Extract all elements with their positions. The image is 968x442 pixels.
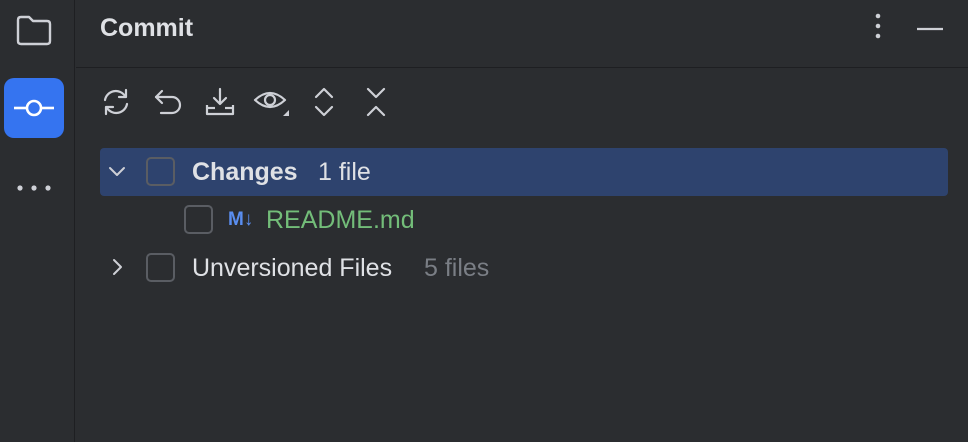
options-button[interactable]: [862, 12, 894, 44]
more-vertical-icon: [874, 12, 882, 45]
eye-icon: [253, 87, 291, 122]
project-tool-button[interactable]: [4, 0, 64, 60]
file-row[interactable]: M↓ README.md: [100, 196, 948, 244]
unversioned-count: 5 files: [424, 254, 490, 282]
unversioned-checkbox[interactable]: [146, 253, 175, 282]
rollback-icon: [152, 88, 184, 121]
unversioned-label: Unversioned Files: [192, 254, 393, 282]
file-checkbox[interactable]: [184, 205, 213, 234]
minimize-icon: [916, 19, 944, 37]
commit-icon: [12, 96, 56, 120]
shelve-button[interactable]: [202, 86, 238, 122]
rollback-button[interactable]: [150, 86, 186, 122]
expand-all-button[interactable]: [306, 86, 342, 122]
hide-button[interactable]: [914, 12, 946, 44]
folder-icon: [15, 13, 53, 47]
expand-all-icon: [312, 86, 336, 123]
tree-node-unversioned[interactable]: Unversioned Files 5 files: [100, 244, 948, 292]
refresh-icon: [99, 87, 133, 122]
commit-tool-window: Commit Changes 1 file M↓ README.md Unver…: [0, 0, 968, 442]
panel-header: Commit: [76, 0, 968, 68]
commit-panel: Commit Changes 1 file M↓ README.md Unver…: [76, 0, 968, 442]
collapse-all-icon: [364, 86, 388, 123]
file-name: README.md: [266, 206, 415, 234]
more-icon: [16, 183, 52, 193]
view-options-button[interactable]: [253, 86, 291, 122]
changes-label: Changes: [192, 158, 298, 186]
tool-window-strip: [0, 0, 75, 442]
panel-title: Commit: [100, 14, 194, 42]
more-tools-button[interactable]: [4, 158, 64, 218]
changes-checkbox[interactable]: [146, 157, 175, 186]
chevron-right-icon[interactable]: [106, 256, 128, 278]
collapse-all-button[interactable]: [358, 86, 394, 122]
refresh-button[interactable]: [98, 86, 134, 122]
chevron-down-icon[interactable]: [106, 160, 128, 182]
shelve-icon: [204, 87, 236, 122]
changes-count: 1 file: [318, 158, 371, 186]
commit-tool-button[interactable]: [4, 78, 64, 138]
markdown-file-icon: M↓: [228, 209, 254, 230]
tree-node-changes[interactable]: Changes 1 file: [100, 148, 948, 196]
